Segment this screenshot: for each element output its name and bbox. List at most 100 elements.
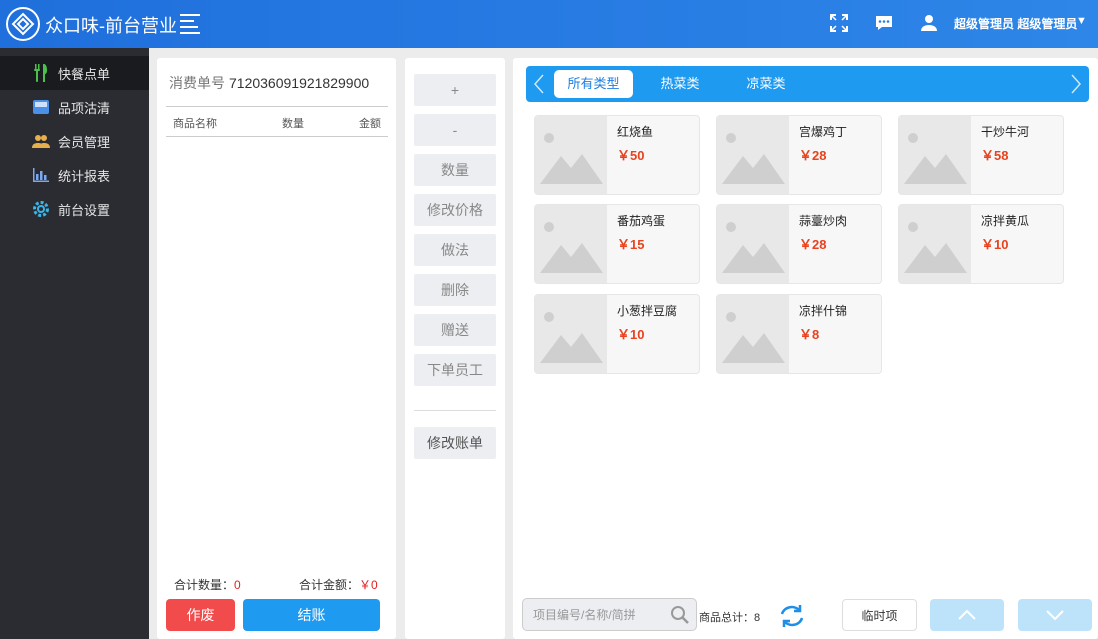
chevron-right-icon[interactable] <box>1069 74 1083 94</box>
total-amount: 合计金额：￥0 <box>299 576 378 593</box>
dish-price: ￥28 <box>799 237 827 252</box>
order-table-header: 商品名称 数量 金额 <box>166 106 388 137</box>
modify-price-button[interactable]: 修改价格 <box>414 194 496 226</box>
dish-name: 小葱拌豆腐 <box>617 304 678 318</box>
tab-all-types[interactable]: 所有类型 <box>554 70 633 98</box>
decrease-button[interactable]: - <box>414 114 496 146</box>
page-up-button[interactable] <box>930 599 1004 631</box>
menu-toggle-icon[interactable] <box>180 14 200 34</box>
image-placeholder-icon <box>717 116 789 194</box>
fullscreen-icon[interactable] <box>829 13 849 33</box>
sidebar-item-label: 统计报表 <box>58 168 111 184</box>
total-amount-label: 合计金额： <box>299 578 360 592</box>
order-panel: 消费单号 712036091921829900 商品名称 数量 金额 合计数量：0… <box>157 58 396 639</box>
app-title: 众口味-前台营业 <box>45 16 177 36</box>
menu-panel: 所有类型 热菜类 凉菜类 红烧鱼 ￥50 宫爆鸡丁 ￥28 干炒牛河 ￥58 番茄鸡蛋 ￥15… <box>513 58 1098 639</box>
column-header-qty: 数量 <box>282 118 304 130</box>
fork-knife-icon <box>32 64 50 82</box>
tab-hot-dishes[interactable]: 热菜类 <box>647 70 713 98</box>
dish-card[interactable]: 红烧鱼 ￥50 <box>534 115 700 195</box>
dish-card[interactable]: 凉拌黄瓜 ￥10 <box>898 204 1064 284</box>
dish-price: ￥28 <box>799 148 827 163</box>
action-panel: + - 数量 修改价格 做法 删除 赠送 下单员工 修改账单 <box>405 58 505 639</box>
caret-down-icon[interactable]: ▼ <box>1076 15 1087 27</box>
sidebar-item-quick-order[interactable]: 快餐点单 <box>0 56 149 90</box>
search-icon[interactable] <box>670 605 690 628</box>
dish-card[interactable]: 蒜薹炒肉 ￥28 <box>716 204 882 284</box>
quantity-button[interactable]: 数量 <box>414 154 496 186</box>
temporary-item-button[interactable]: 临时项 <box>842 599 917 631</box>
chevron-down-icon <box>1046 610 1064 621</box>
members-icon <box>32 132 50 150</box>
dish-name: 蒜薹炒肉 <box>799 214 848 228</box>
sidebar-item-settings[interactable]: 前台设置 <box>0 192 149 226</box>
image-placeholder-icon <box>717 295 789 373</box>
image-placeholder-icon <box>535 295 607 373</box>
total-amount-value: ￥0 <box>359 578 378 592</box>
modify-bill-button[interactable]: 修改账单 <box>414 427 496 459</box>
delete-button[interactable]: 删除 <box>414 274 496 306</box>
user-name[interactable]: 超级管理员 超级管理员 <box>954 15 1077 32</box>
dish-name: 番茄鸡蛋 <box>617 214 666 228</box>
order-number: 消费单号 712036091921829900 <box>169 73 369 93</box>
chevron-up-icon <box>958 609 976 620</box>
gift-button[interactable]: 赠送 <box>414 314 496 346</box>
sidebar-item-label: 快餐点单 <box>58 66 111 82</box>
gear-icon <box>32 200 50 218</box>
sidebar-item-reports[interactable]: 统计报表 <box>0 158 149 192</box>
divider <box>414 410 496 411</box>
sidebar-item-members[interactable]: 会员管理 <box>0 124 149 158</box>
sidebar-item-sold-out[interactable]: 品项沽清 <box>0 90 149 124</box>
dish-card[interactable]: 小葱拌豆腐 ￥10 <box>534 294 700 374</box>
tab-cold-dishes[interactable]: 凉菜类 <box>733 70 799 98</box>
preparation-button[interactable]: 做法 <box>414 234 496 266</box>
image-placeholder-icon <box>535 205 607 283</box>
dish-price: ￥50 <box>617 148 645 163</box>
page-down-button[interactable] <box>1018 599 1092 631</box>
dish-price: ￥10 <box>617 327 645 342</box>
total-quantity-label: 合计数量： <box>174 578 235 592</box>
dish-name: 凉拌黄瓜 <box>981 214 1030 228</box>
dish-name: 宫爆鸡丁 <box>799 125 848 139</box>
sidebar-item-label: 品项沽清 <box>58 100 111 116</box>
dish-name: 红烧鱼 <box>617 125 654 139</box>
dish-card[interactable]: 宫爆鸡丁 ￥28 <box>716 115 882 195</box>
column-header-amount: 金额 <box>359 118 381 130</box>
dish-price: ￥15 <box>617 237 645 252</box>
top-header: 众口味-前台营业 超级管理员 超级管理员 ▼ <box>0 0 1098 48</box>
category-bar: 所有类型 热菜类 凉菜类 <box>526 66 1089 102</box>
image-placeholder-icon <box>717 205 789 283</box>
image-placeholder-icon <box>535 116 607 194</box>
item-total: 商品总计：8 <box>699 612 761 624</box>
dish-price: ￥58 <box>981 148 1009 163</box>
total-quantity-value: 0 <box>234 578 241 592</box>
dish-card[interactable]: 干炒牛河 ￥58 <box>898 115 1064 195</box>
sidebar-item-label: 前台设置 <box>58 202 111 218</box>
refresh-icon[interactable] <box>777 603 807 629</box>
search-input[interactable] <box>533 606 673 624</box>
total-quantity: 合计数量：0 <box>174 576 241 593</box>
inbox-icon <box>32 98 50 116</box>
user-icon[interactable] <box>919 13 939 33</box>
dish-name: 凉拌什锦 <box>799 304 848 318</box>
column-header-name: 商品名称 <box>173 118 217 130</box>
void-button[interactable]: 作废 <box>166 599 235 631</box>
order-number-label: 消费单号 <box>169 75 225 91</box>
message-icon[interactable] <box>874 13 894 33</box>
dish-card[interactable]: 凉拌什锦 ￥8 <box>716 294 882 374</box>
sidebar-item-label: 会员管理 <box>58 134 111 150</box>
chevron-left-icon[interactable] <box>532 74 546 94</box>
increase-button[interactable]: + <box>414 74 496 106</box>
dish-card[interactable]: 番茄鸡蛋 ￥15 <box>534 204 700 284</box>
dish-price: ￥10 <box>981 237 1009 252</box>
image-placeholder-icon <box>899 116 971 194</box>
logo-icon <box>6 7 40 41</box>
sidebar: 快餐点单 品项沽清 会员管理 统计报表 前台设置 <box>0 48 149 639</box>
dish-name: 干炒牛河 <box>981 125 1030 139</box>
checkout-button[interactable]: 结账 <box>243 599 380 631</box>
bar-chart-icon <box>32 166 50 184</box>
order-staff-button[interactable]: 下单员工 <box>414 354 496 386</box>
search-box[interactable] <box>522 598 697 631</box>
dish-price: ￥8 <box>799 327 820 342</box>
order-number-value: 712036091921829900 <box>229 75 370 91</box>
